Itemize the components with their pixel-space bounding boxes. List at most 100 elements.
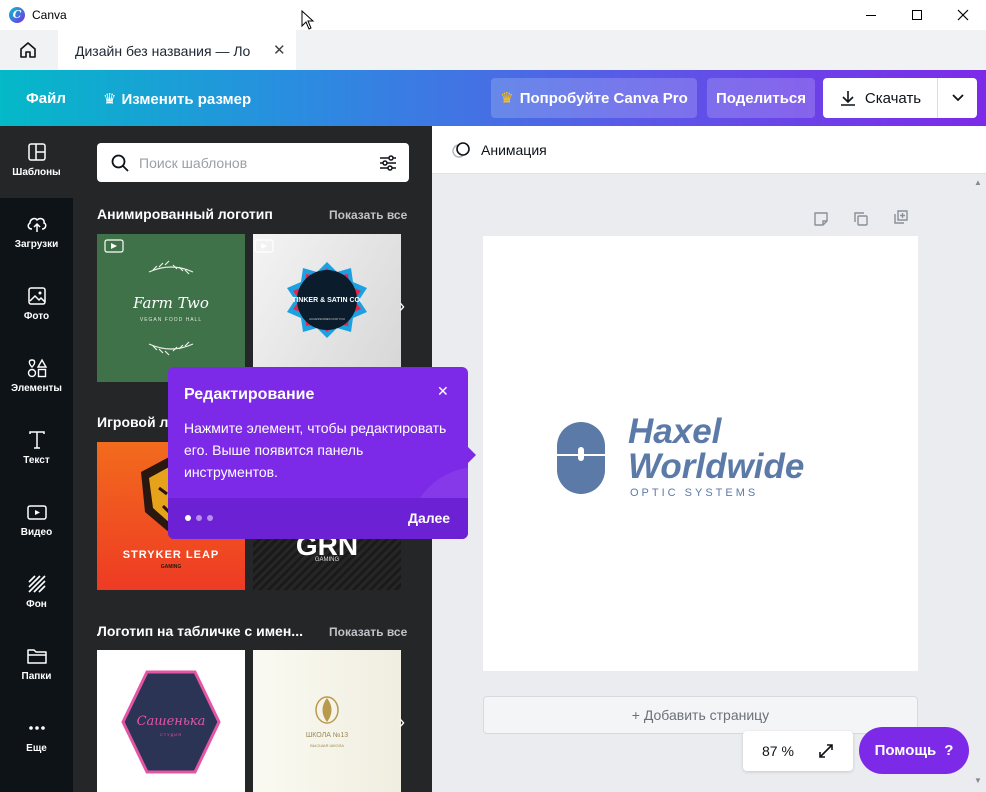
- template-name: TINKER & SATIN CO.: [292, 297, 362, 304]
- zoom-control: 87 %: [743, 731, 853, 771]
- scroll-down-arrow[interactable]: ▼: [974, 776, 982, 785]
- tab-bar: Дизайн без названия — Ло ✕: [0, 30, 986, 70]
- close-window-button[interactable]: [940, 0, 986, 30]
- sidebar-item-uploads[interactable]: Загрузки: [0, 198, 73, 270]
- file-menu-button[interactable]: Файл: [26, 90, 66, 107]
- fullscreen-icon[interactable]: [817, 742, 835, 760]
- template-subtitle: VEGAN FOOD HALL: [139, 317, 203, 323]
- photo-icon: [27, 287, 46, 305]
- design-page[interactable]: Haxel Worldwide OPTIC SYSTEMS: [483, 236, 918, 671]
- tab-close-icon[interactable]: ✕: [273, 41, 286, 59]
- tooltip-next-button[interactable]: Далее: [408, 510, 450, 526]
- sidebar-item-label: Фото: [23, 311, 50, 322]
- help-label: Помощь: [874, 742, 937, 759]
- sidebar-item-label: Папки: [21, 671, 52, 682]
- template-school: [315, 696, 339, 724]
- scroll-up-arrow[interactable]: ▲: [974, 178, 982, 187]
- template-subtitle: GAMING: [314, 557, 340, 563]
- sidebar-item-folders[interactable]: Папки: [0, 630, 73, 702]
- template-subtitle: ВЫСШАЯ ШКОЛА: [310, 743, 344, 748]
- pager-dot: [207, 515, 213, 521]
- sidebar-item-label: Еще: [26, 743, 47, 754]
- window-titlebar: C Canva: [0, 0, 986, 30]
- close-icon: [957, 9, 969, 21]
- sidebar-item-text[interactable]: Текст: [0, 414, 73, 486]
- help-button[interactable]: Помощь ?: [859, 727, 969, 774]
- pager-dot: [185, 515, 191, 521]
- template-thumbnail[interactable]: TINKER & SATIN CO. ACCESSORIES FOR YOU: [253, 234, 401, 382]
- try-pro-button[interactable]: ♛ Попробуйте Canva Pro: [491, 78, 697, 118]
- note-icon[interactable]: [812, 210, 830, 228]
- animation-label: Анимация: [481, 142, 547, 158]
- mouse-cursor-icon: [301, 10, 315, 30]
- chevron-right-icon[interactable]: ›: [399, 296, 405, 317]
- sidebar-item-label: Текст: [23, 455, 50, 466]
- search-input[interactable]: [139, 143, 367, 182]
- background-icon: [27, 575, 46, 593]
- sidebar-item-elements[interactable]: Элементы: [0, 342, 73, 414]
- design-heading-line2[interactable]: Worldwide: [628, 449, 804, 485]
- video-icon: [26, 505, 47, 520]
- download-label: Скачать: [864, 89, 922, 107]
- home-button[interactable]: [0, 30, 56, 70]
- share-button[interactable]: Поделиться: [707, 78, 815, 118]
- sidebar-item-video[interactable]: Видео: [0, 486, 73, 558]
- template-thumbnail[interactable]: Farm Two VEGAN FOOD HALL: [97, 234, 245, 382]
- show-all-link[interactable]: Показать все: [329, 625, 407, 639]
- tooltip-close-icon[interactable]: ✕: [437, 383, 449, 400]
- more-icon: [28, 726, 45, 730]
- home-icon: [20, 42, 36, 58]
- resize-button[interactable]: ♛ Изменить размер: [103, 90, 252, 109]
- search-icon: [111, 154, 129, 172]
- sidebar-item-photos[interactable]: Фото: [0, 270, 73, 342]
- help-icon: ?: [944, 742, 954, 759]
- animation-button[interactable]: [451, 140, 473, 165]
- chevron-right-icon[interactable]: ›: [399, 712, 405, 733]
- template-thumbnail[interactable]: ШКОЛА №13 ВЫСШАЯ ШКОЛА: [253, 650, 401, 792]
- design-heading-line1[interactable]: Haxel: [628, 414, 721, 450]
- download-options-button[interactable]: [938, 78, 977, 118]
- text-icon: [28, 431, 45, 449]
- section-title: Логотип на табличке с имен...: [97, 623, 303, 639]
- crown-icon: ♛: [500, 90, 514, 107]
- crown-icon: ♛: [103, 91, 117, 108]
- template-name: Сашенька: [136, 714, 206, 729]
- zoom-level[interactable]: 87 %: [762, 743, 794, 759]
- duplicate-page-icon[interactable]: [852, 210, 870, 228]
- template-name: Farm Two: [133, 294, 209, 312]
- tab-design[interactable]: Дизайн без названия — Ло ✕: [58, 30, 296, 70]
- folder-icon: [26, 649, 47, 664]
- minimize-button[interactable]: [848, 0, 894, 30]
- add-page-icon[interactable]: [892, 208, 910, 226]
- upload-icon: [27, 217, 46, 232]
- search-box: [97, 143, 409, 182]
- maximize-button[interactable]: [894, 0, 940, 30]
- top-toolbar: Файл ♛ Изменить размер ♛ Попробуйте Canv…: [0, 70, 986, 126]
- animation-icon: [452, 142, 470, 158]
- tooltip-title: Редактирование: [184, 386, 315, 403]
- tooltip-arrow: [466, 445, 476, 465]
- sidebar-item-background[interactable]: Фон: [0, 558, 73, 630]
- template-name: ШКОЛА №13: [305, 732, 349, 739]
- show-all-link[interactable]: Показать все: [329, 208, 407, 222]
- pager-dot: [196, 515, 202, 521]
- download-group: Скачать: [823, 78, 977, 118]
- resize-label: Изменить размер: [121, 90, 252, 108]
- try-pro-label: Попробуйте Canva Pro: [519, 89, 688, 107]
- template-subtitle: GAMING: [160, 564, 182, 570]
- download-button[interactable]: Скачать: [823, 78, 937, 118]
- onboarding-tooltip: Редактирование ✕ Нажмите элемент, чтобы …: [168, 367, 468, 539]
- sidebar-item-label: Видео: [20, 527, 53, 538]
- mouse-logo-icon[interactable]: [556, 421, 606, 495]
- add-page-button[interactable]: + Добавить страницу: [483, 696, 918, 734]
- side-navigation: Шаблоны Загрузки Фото Элементы Текст Вид…: [0, 126, 73, 792]
- sidebar-item-templates[interactable]: Шаблоны: [0, 126, 73, 198]
- template-thumbnail[interactable]: Сашенька СТУДИЯ: [97, 650, 245, 792]
- filter-icon[interactable]: [378, 153, 398, 173]
- design-tagline[interactable]: OPTIC SYSTEMS: [630, 487, 758, 499]
- app-title: Canva: [32, 8, 67, 22]
- sidebar-item-more[interactable]: Еще: [0, 702, 73, 774]
- template-tinker-satin: [254, 239, 367, 338]
- sidebar-item-label: Фон: [26, 599, 47, 610]
- canva-logo-icon: C: [9, 7, 25, 23]
